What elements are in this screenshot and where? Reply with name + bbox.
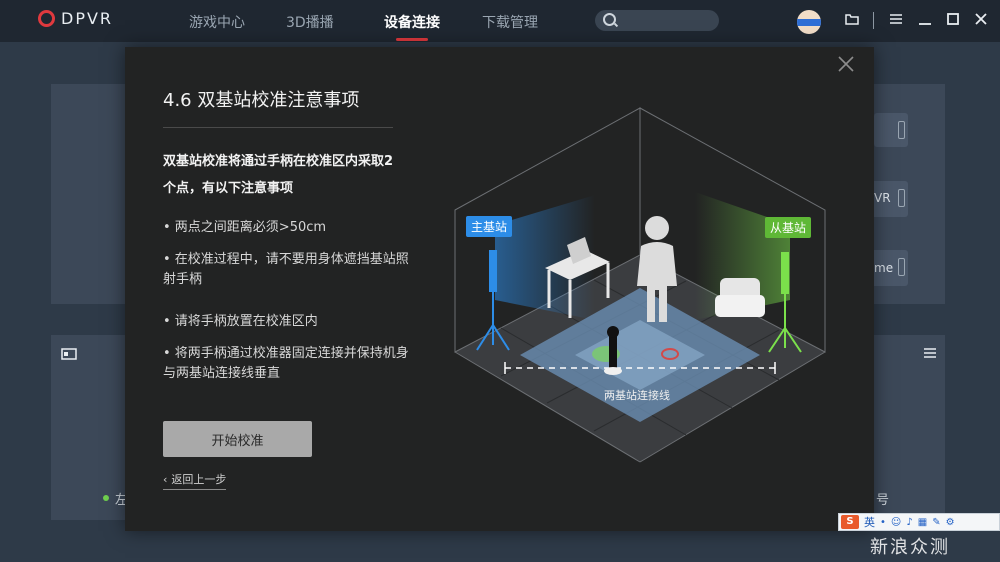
menu-icon[interactable] (889, 12, 903, 30)
app-logo[interactable]: DPVR (38, 9, 113, 28)
start-calibration-button[interactable]: 开始校准 (163, 421, 312, 457)
note-item: • 在校准过程中，请不要用身体遮挡基站照射手柄 (163, 252, 409, 287)
screen-icon[interactable] (61, 345, 77, 364)
note-item: • 将两手柄通过校准器固定连接并保持机身与两基站连接线垂直 (163, 346, 409, 381)
dialog-divider (163, 127, 393, 128)
ime-tool-icon[interactable]: ⚙ (946, 517, 955, 528)
ime-logo-icon: S (841, 515, 859, 529)
toggle-knob-icon (898, 189, 905, 207)
back-link[interactable]: ‹ 返回上一步 (163, 471, 227, 490)
toggle-knob-icon (898, 258, 905, 276)
tab-download-manager[interactable]: 下载管理 (482, 12, 538, 32)
note-item: • 请将手柄放置在校准区内 (163, 314, 318, 329)
tab-3d-player[interactable]: 3D播播 (286, 12, 334, 32)
logo-ring-icon (38, 10, 55, 27)
device-option-vr-label: VR (874, 191, 891, 205)
calibration-illustration (445, 100, 845, 480)
slave-station-tag: 从基站 (765, 217, 812, 238)
toggle-knob-icon (898, 121, 905, 139)
folder-icon[interactable] (845, 12, 859, 30)
note-item: • 两点之间距离必须>50cm (163, 220, 327, 235)
maximize-icon[interactable] (946, 12, 960, 30)
search-icon (603, 13, 616, 26)
tab-device-connect[interactable]: 设备连接 (384, 12, 440, 41)
status-dot-icon (103, 495, 109, 501)
ime-mic-icon[interactable]: ♪ (906, 517, 912, 528)
list-icon[interactable] (923, 344, 937, 363)
ime-emoji-icon[interactable]: ☺ (891, 517, 901, 528)
search-input[interactable] (595, 10, 719, 31)
avatar[interactable] (797, 10, 821, 34)
chevron-left-icon: ‹ (163, 473, 168, 486)
ime-mode-label[interactable]: 英 (864, 514, 875, 530)
ime-keyboard-icon[interactable]: ▦ (918, 517, 927, 528)
close-window-icon[interactable] (974, 12, 988, 30)
toolbar-divider (873, 12, 874, 29)
dialog-close-icon[interactable] (837, 55, 855, 77)
ime-toolbar[interactable]: S 英 • ☺ ♪ ▦ ✎ ⚙ (838, 513, 1000, 531)
back-link-label: 返回上一步 (171, 473, 227, 486)
logo-text: DPVR (61, 9, 114, 28)
watermark: 新浪众测 (870, 537, 950, 558)
ime-skin-icon[interactable]: ✎ (932, 517, 940, 528)
dialog-intro: 双基站校准将通过手柄在校准区内采取2个点，有以下注意事项 (163, 154, 394, 196)
device-option-me-label: me (874, 261, 894, 275)
minimize-icon[interactable] (918, 12, 932, 30)
ime-punct-icon[interactable]: • (880, 517, 886, 528)
tab-game-center[interactable]: 游戏中心 (189, 12, 245, 32)
status-right-text: 号 (876, 493, 890, 508)
device-option-button-1[interactable] (874, 113, 908, 147)
connection-line-caption: 两基站连接线 (604, 389, 670, 402)
master-station-tag: 主基站 (466, 216, 513, 237)
dialog-title: 4.6 双基站校准注意事项 (163, 90, 360, 111)
